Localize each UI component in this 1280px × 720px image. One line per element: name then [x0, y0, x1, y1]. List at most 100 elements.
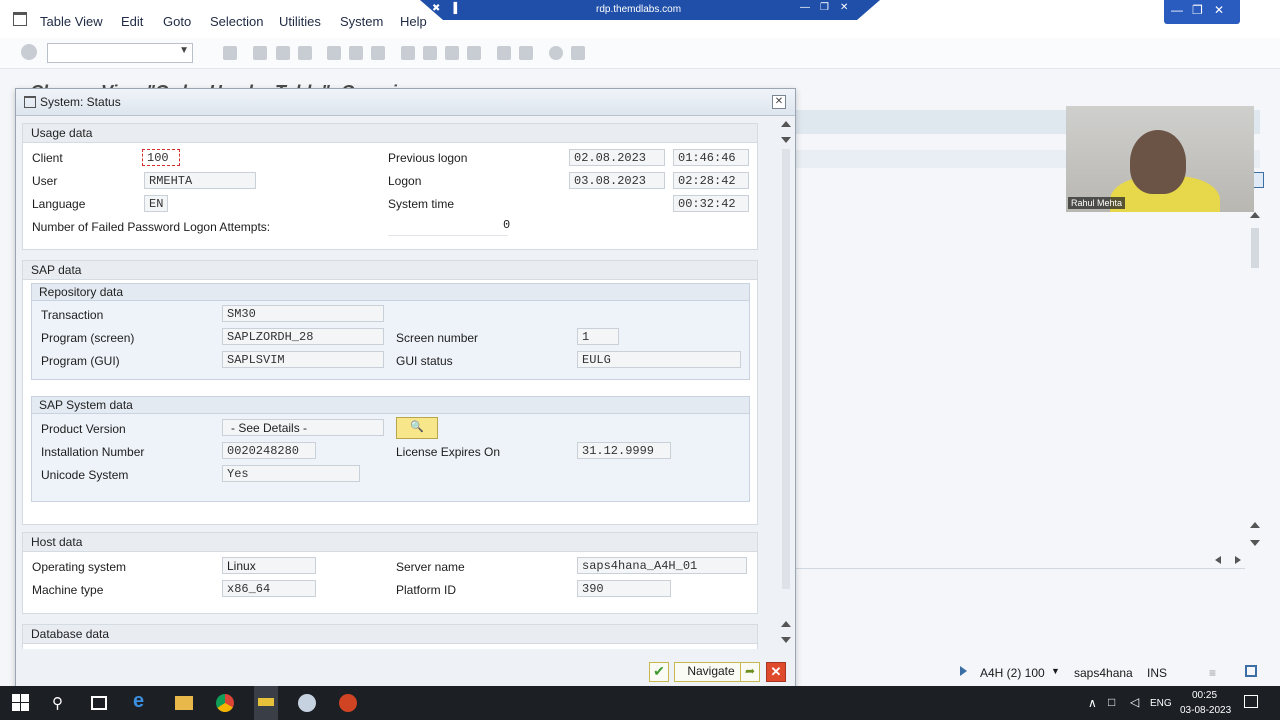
lock-icon[interactable] [1245, 665, 1257, 677]
transaction-field[interactable]: SM30 [222, 305, 384, 322]
new-session-icon[interactable] [497, 46, 511, 60]
last-page-icon[interactable] [467, 46, 481, 60]
scroll-down-icon[interactable] [1250, 540, 1260, 546]
search-icon[interactable]: ⚲ [52, 694, 70, 712]
gui-status-field[interactable]: EULG [577, 351, 741, 368]
program-gui-field[interactable]: SAPLSVIM [222, 351, 384, 368]
chevron-down-icon[interactable]: ▼ [179, 45, 189, 56]
logon-time[interactable]: 02:28:42 [673, 172, 749, 189]
save-icon[interactable] [223, 46, 237, 60]
menu-utilities[interactable]: Utilities [279, 14, 321, 29]
cancel-icon[interactable] [298, 46, 312, 60]
file-explorer-icon[interactable] [175, 696, 193, 710]
rdp-minimize-icon[interactable]: — [800, 2, 810, 13]
cancel-button[interactable]: ✕ [766, 662, 786, 682]
exit-icon[interactable] [276, 46, 290, 60]
dialog-scrollbar[interactable] [779, 119, 793, 649]
group-heading: Usage data [31, 126, 93, 140]
rdp-connection-bar: ✖ ▐ rdp.themdlabs.com — ❐ ✕ [420, 0, 880, 20]
scroll-up-icon[interactable] [1250, 212, 1260, 218]
close-icon[interactable]: ✕ [772, 95, 786, 109]
confirm-button[interactable]: ✔ [649, 662, 669, 682]
menu-edit[interactable]: Edit [121, 14, 143, 29]
chrome-icon[interactable] [216, 694, 234, 712]
window-minimize-icon[interactable]: — [1171, 3, 1183, 17]
windows-start-icon[interactable] [12, 694, 30, 712]
sap-logon-icon[interactable] [254, 686, 278, 720]
menu-system[interactable]: System [340, 14, 383, 29]
grip-icon: ≡ [1209, 666, 1217, 680]
machine-type-field[interactable]: x86_64 [222, 580, 316, 597]
scroll-up-icon[interactable] [1250, 522, 1260, 528]
license-expires-field[interactable]: 31.12.9999 [577, 442, 671, 459]
client-label: Client [32, 151, 63, 165]
previous-logon-label: Previous logon [388, 151, 468, 165]
dialog-titlebar[interactable]: System: Status ✕ [16, 89, 795, 116]
print-icon[interactable] [327, 46, 341, 60]
logon-date[interactable]: 03.08.2023 [569, 172, 665, 189]
menu-help[interactable]: Help [400, 14, 427, 29]
find-next-icon[interactable] [371, 46, 385, 60]
clock-date[interactable]: 03-08-2023 [1180, 705, 1231, 716]
next-page-icon[interactable] [445, 46, 459, 60]
layout-icon[interactable] [571, 46, 585, 60]
group-heading: SAP System data [39, 398, 133, 412]
scroll-up-icon[interactable] [781, 621, 791, 627]
scroll-thumb[interactable] [782, 149, 790, 589]
clock-time[interactable]: 00:25 [1192, 690, 1217, 701]
back-icon[interactable] [253, 46, 267, 60]
menu-selection[interactable]: Selection [210, 14, 263, 29]
rdp-close-icon[interactable]: ✕ [840, 2, 848, 13]
previous-logon-date[interactable]: 02.08.2023 [569, 149, 665, 166]
client-field[interactable]: 100 [142, 149, 180, 166]
system-status-dialog: System: Status ✕ Usage data Client 100 U… [15, 88, 796, 690]
scroll-left-icon[interactable] [1215, 556, 1221, 564]
user-field[interactable]: RMEHTA [144, 172, 256, 189]
server-name-field[interactable]: saps4hana_A4H_01 [577, 557, 747, 574]
menu-goto[interactable]: Goto [163, 14, 191, 29]
window-restore-icon[interactable]: ❐ [1192, 3, 1203, 17]
edge-icon[interactable]: e [133, 690, 151, 712]
window-close-icon[interactable]: ✕ [1214, 3, 1224, 17]
screen-number-field[interactable]: 1 [577, 328, 619, 345]
operating-system-field[interactable]: Linux [222, 557, 316, 574]
find-icon[interactable] [349, 46, 363, 60]
background-scrollbar[interactable] [1248, 170, 1262, 560]
play-icon[interactable] [960, 666, 967, 676]
task-view-icon[interactable] [91, 696, 107, 710]
notification-icon[interactable] [1244, 695, 1258, 708]
input-language[interactable]: ENG [1150, 698, 1172, 709]
enter-icon[interactable] [21, 44, 37, 60]
menu-table-view[interactable]: Table View [40, 14, 103, 29]
platform-id-label: Platform ID [396, 583, 457, 597]
previous-logon-time[interactable]: 01:46:46 [673, 149, 749, 166]
scroll-thumb[interactable] [1251, 228, 1259, 268]
first-page-icon[interactable] [401, 46, 415, 60]
scroll-down-icon[interactable] [781, 137, 791, 143]
navigate-button[interactable]: Navigate [674, 662, 748, 682]
menu-icon[interactable] [13, 12, 27, 26]
system-time[interactable]: 00:32:42 [673, 195, 749, 212]
product-version-field[interactable]: - See Details - [222, 419, 384, 436]
installation-number-field[interactable]: 0020248280 [222, 442, 316, 459]
rdp-restore-icon[interactable]: ❐ [820, 2, 829, 13]
scroll-down-icon[interactable] [781, 637, 791, 643]
scroll-up-icon[interactable] [781, 121, 791, 127]
platform-id-field[interactable]: 390 [577, 580, 671, 597]
volume-icon[interactable]: ◁ [1130, 695, 1139, 709]
previous-page-icon[interactable] [423, 46, 437, 60]
language-field[interactable]: EN [144, 195, 168, 212]
chevron-up-icon[interactable]: ∧ [1088, 696, 1097, 710]
command-field[interactable]: ▼ [47, 43, 193, 63]
shortcut-icon[interactable] [519, 46, 533, 60]
powerpoint-icon[interactable] [339, 694, 357, 712]
scroll-right-icon[interactable] [1235, 556, 1241, 564]
details-button[interactable]: 🔍 [396, 417, 438, 439]
sap-gui-icon[interactable] [298, 694, 316, 712]
program-screen-field[interactable]: SAPLZORDH_28 [222, 328, 384, 345]
unicode-system-field[interactable]: Yes [222, 465, 360, 482]
copy-button[interactable]: ➦ [740, 662, 760, 682]
network-icon[interactable]: □ [1108, 695, 1115, 709]
help-icon[interactable] [549, 46, 563, 60]
chevron-down-icon[interactable]: ▼ [1051, 666, 1060, 676]
